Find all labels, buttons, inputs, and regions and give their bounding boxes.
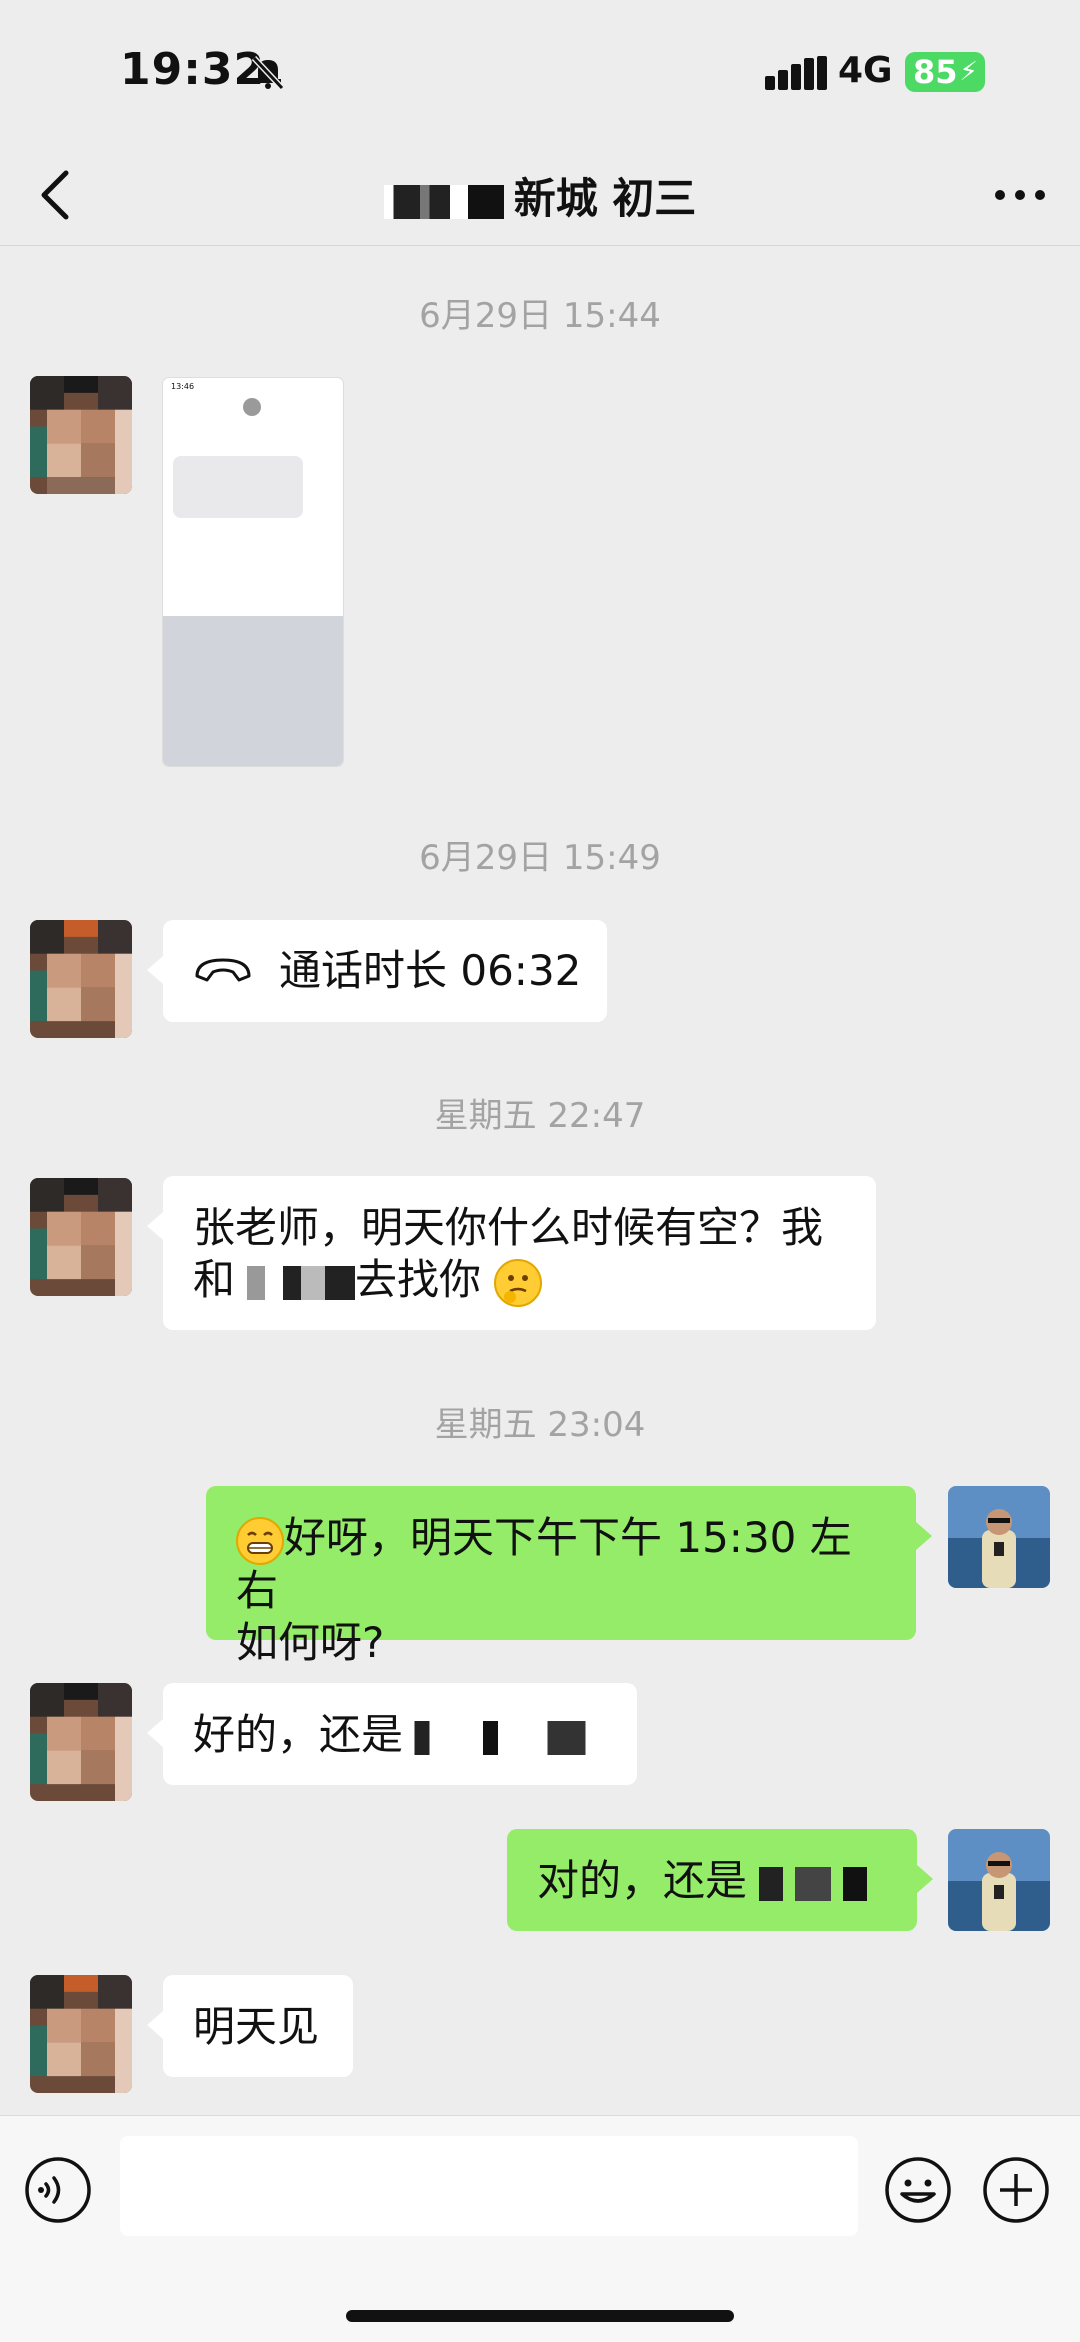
shared-screenshot-image[interactable]: 13:46: [163, 378, 343, 766]
my-avatar[interactable]: [948, 1829, 1050, 1931]
contact-avatar[interactable]: [30, 1178, 132, 1296]
redacted-text: [403, 1720, 594, 1755]
chat-title: 新城 初三: [0, 165, 1080, 226]
message-text-line2: 如何呀?: [236, 1617, 385, 1667]
message-text: 好的，还是: [193, 1710, 404, 1759]
timestamp: 6月29日 15:44: [419, 296, 661, 336]
my-avatar[interactable]: [948, 1486, 1050, 1588]
thumbnail-time: 13:46: [171, 382, 195, 391]
chat-header: 新城 初三: [0, 145, 1080, 246]
contact-avatar[interactable]: [30, 1975, 132, 2093]
bell-slash-icon: [251, 55, 285, 91]
more-icon[interactable]: [990, 175, 1050, 215]
plus-icon[interactable]: [982, 2156, 1050, 2224]
contact-avatar[interactable]: [30, 1683, 132, 1801]
message-bubble-outgoing[interactable]: 对的，还是: [507, 1829, 933, 1931]
call-record-bubble[interactable]: 通话时长 06:32: [147, 920, 607, 1022]
network-type: 4G: [838, 50, 893, 91]
timestamp: 6月29日 15:49: [419, 838, 661, 878]
phone-icon: [195, 958, 251, 982]
thumbnail-contact-icon: [243, 398, 261, 416]
contact-avatar[interactable]: [30, 376, 132, 494]
signal-icon: [765, 56, 827, 90]
message-text-line2: 和去找你: [193, 1254, 846, 1307]
battery-level: 85: [913, 53, 958, 91]
redacted-name: [383, 184, 504, 219]
timestamp: 星期五 23:04: [434, 1405, 646, 1445]
status-bar: 19:32 4G 85 ⚡: [0, 0, 1080, 145]
message-input[interactable]: [120, 2136, 858, 2236]
timestamp: 星期五 22:47: [434, 1096, 646, 1136]
message-bubble-incoming[interactable]: 好的，还是: [147, 1683, 637, 1785]
thumbnail-keyboard: [163, 616, 343, 766]
redacted-text: [235, 1265, 356, 1300]
thumbnail-sms-bubble: [173, 456, 303, 518]
call-duration: 通话时长 06:32: [279, 946, 582, 995]
voice-icon[interactable]: [24, 2156, 92, 2224]
message-text: 明天见: [193, 2002, 320, 2051]
status-time: 19:32: [120, 44, 266, 95]
thinking-emoji-icon: [494, 1258, 543, 1307]
emoji-icon[interactable]: [884, 2156, 952, 2224]
home-indicator[interactable]: [346, 2310, 734, 2322]
message-bubble-incoming[interactable]: 明天见: [147, 1975, 353, 2077]
grin-emoji-icon: [236, 1516, 284, 1565]
message-bubble-incoming[interactable]: 张老师，明天你什么时候有空？我 和去找你: [147, 1176, 876, 1330]
message-text: 好呀，明天下午下午 15:30 左右: [236, 1513, 852, 1615]
message-text: 张老师，明天你什么时候有空？我: [193, 1203, 824, 1252]
input-bar: [0, 2115, 1080, 2342]
message-text: 对的，还是: [537, 1856, 748, 1905]
message-bubble-outgoing[interactable]: 好呀，明天下午下午 15:30 左右 如何呀?: [206, 1486, 932, 1667]
battery-indicator: 85 ⚡: [905, 52, 985, 92]
contact-avatar[interactable]: [30, 920, 132, 1038]
redacted-text: [747, 1866, 868, 1901]
